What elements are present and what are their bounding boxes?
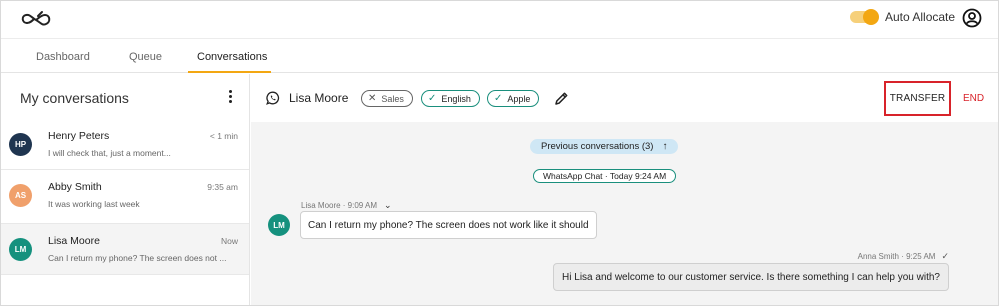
avatar: HP [9, 133, 32, 156]
arrow-up-icon: ↑ [662, 141, 668, 152]
avatar: AS [9, 184, 32, 207]
tag-apple[interactable]: ✓ Apple [487, 90, 540, 107]
tab-dashboard[interactable]: Dashboard [36, 51, 90, 63]
check-icon: ✓ [428, 93, 437, 104]
conversation-time: Now [220, 236, 238, 246]
top-bar: Auto Allocate [1, 1, 998, 39]
conversation-item-henry-peters[interactable]: HP Henry Peters < 1 min I will check tha… [1, 119, 249, 169]
tab-conversations[interactable]: Conversations [197, 51, 267, 63]
chat-header: Lisa Moore ✕ Sales ✓ English ✓ Apple TRA… [251, 74, 998, 122]
conversation-name: Lisa Moore [48, 235, 100, 247]
conversation-time: < 1 min [209, 131, 238, 141]
conversation-time: 9:35 am [207, 182, 238, 192]
conversation-item-abby-smith[interactable]: AS Abby Smith 9:35 am It was working las… [1, 170, 249, 220]
check-icon: ✓ [941, 251, 949, 261]
conversations-sidebar: My conversations HP Henry Peters < 1 min… [1, 74, 250, 305]
message-sender-time: Lisa Moore · 9:09 AM [301, 201, 378, 210]
chat-transcript: Previous conversations (3) ↑ WhatsApp Ch… [251, 122, 998, 305]
tag-label: Sales [381, 93, 404, 104]
message-sender-time: Anna Smith · 9:25 AM [857, 252, 936, 261]
more-options-icon[interactable] [225, 90, 235, 106]
divider [1, 274, 249, 275]
conversation-preview: I will check that, just a moment... [48, 148, 171, 158]
toggle-knob [863, 9, 879, 25]
conversation-preview: It was working last week [48, 199, 140, 209]
x-icon[interactable]: ✕ [368, 93, 376, 104]
check-icon: ✓ [494, 93, 503, 104]
message-meta: Lisa Moore · 9:09 AM ⌄ [301, 200, 392, 211]
incoming-message: Can I return my phone? The screen does n… [300, 211, 597, 239]
tag-sales[interactable]: ✕ Sales [361, 90, 413, 107]
auto-allocate: Auto Allocate [850, 9, 956, 25]
outgoing-message: Hi Lisa and welcome to our customer serv… [553, 263, 949, 291]
auto-allocate-label: Auto Allocate [885, 10, 956, 24]
previous-conversations-button[interactable]: Previous conversations (3) ↑ [530, 139, 679, 154]
message-meta: Anna Smith · 9:25 AM ✓ [858, 251, 949, 262]
previous-conversations-label: Previous conversations (3) [541, 141, 654, 152]
channel-pill: WhatsApp Chat · Today 9:24 AM [533, 169, 677, 183]
conversation-preview: Can I return my phone? The screen does n… [48, 253, 227, 263]
end-button[interactable]: END [963, 93, 984, 104]
auto-allocate-toggle[interactable] [850, 9, 879, 25]
sidebar-title: My conversations [20, 90, 129, 106]
active-tab-indicator [188, 71, 271, 73]
conversation-name: Henry Peters [48, 130, 110, 142]
conversation-name: Abby Smith [48, 181, 102, 193]
user-account-icon[interactable] [962, 8, 982, 28]
avatar: LM [268, 214, 290, 236]
tab-queue[interactable]: Queue [129, 51, 162, 63]
chevron-down-icon[interactable]: ⌄ [384, 200, 392, 211]
conversation-item-lisa-moore[interactable]: LM Lisa Moore Now Can I return my phone?… [1, 224, 249, 274]
pencil-icon[interactable] [553, 91, 569, 107]
app-window: Auto Allocate Dashboard Queue Conversati… [0, 0, 999, 306]
transfer-button[interactable]: TRANSFER [884, 81, 951, 116]
whatsapp-icon [266, 91, 280, 105]
tag-label: English [441, 93, 471, 104]
infinity-logo-icon[interactable] [18, 8, 54, 30]
avatar: LM [9, 238, 32, 261]
tag-label: Apple [507, 93, 531, 104]
main-tabs: Dashboard Queue Conversations [1, 40, 998, 73]
tag-english[interactable]: ✓ English [421, 90, 480, 107]
contact-name: Lisa Moore [289, 91, 349, 105]
